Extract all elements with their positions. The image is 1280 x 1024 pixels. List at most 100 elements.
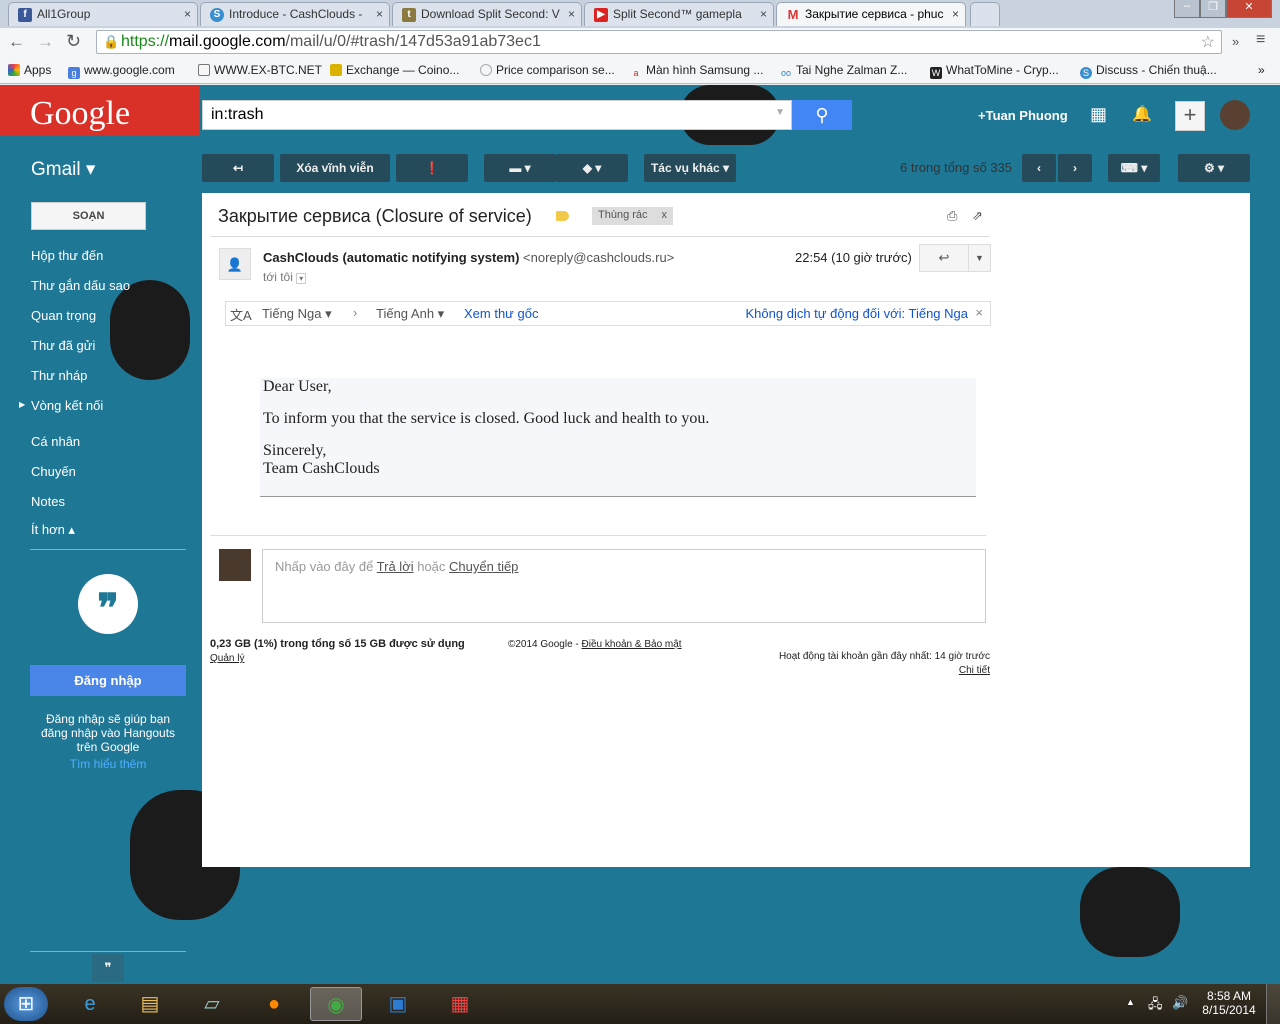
close-tab-icon[interactable]: × (184, 7, 191, 21)
print-icon[interactable]: ⎙ (947, 208, 957, 224)
back-icon[interactable]: ← (8, 32, 25, 52)
bookmark[interactable]: Exchange — Coino... (330, 63, 459, 77)
gmail-menu[interactable]: Gmail ▾ (31, 158, 95, 181)
notifications-bell-icon[interactable]: 🔔 (1132, 104, 1152, 124)
tab[interactable]: f All1Group × (8, 2, 198, 26)
bookmark[interactable]: W WhatToMine - Cryp... (930, 63, 1059, 79)
report-spam-button[interactable]: ❗ (396, 154, 468, 182)
bookmark[interactable]: g www.google.com (68, 63, 175, 79)
close-tab-icon[interactable]: × (568, 7, 575, 21)
start-button[interactable]: ⊞ (4, 987, 48, 1021)
star-icon[interactable]: ☆ (1201, 32, 1215, 52)
newer-button[interactable]: ‹ (1022, 154, 1056, 182)
tab[interactable]: ▶ Split Second™ gamepla × (584, 2, 774, 26)
forward-link[interactable]: Chuyển tiếp (449, 559, 518, 574)
share-plus-button[interactable]: + (1175, 101, 1205, 131)
notepad-icon[interactable]: ▱ (186, 987, 238, 1021)
bookmarks-overflow[interactable]: » (1258, 63, 1265, 77)
input-tools-button[interactable]: ⌨ ▾ (1108, 154, 1160, 182)
google-logo[interactable]: Google (30, 95, 130, 133)
bookmark[interactable]: S Discuss - Chiến thuậ... (1080, 63, 1217, 79)
user-name-link[interactable]: +Tuan Phuong (978, 108, 1068, 123)
sidebar-item-notes[interactable]: Notes (31, 494, 65, 509)
search-options-icon[interactable]: ▼ (775, 107, 785, 118)
ie-icon[interactable]: e (64, 987, 116, 1021)
apps-grid-icon[interactable]: ▦ (1090, 104, 1107, 125)
bookmark-apps[interactable]: Apps (8, 63, 51, 77)
view-original-link[interactable]: Xem thư gốc (464, 306, 538, 321)
close-tab-icon[interactable]: × (952, 7, 959, 21)
sidebar-item-drafts[interactable]: Thư nháp (31, 368, 87, 383)
hangouts-signin-button[interactable]: Đăng nhập (30, 665, 186, 696)
extensions-overflow[interactable]: » (1232, 34, 1239, 49)
menu-icon[interactable]: ≡ (1256, 31, 1265, 49)
sidebar-item-inbox[interactable]: Hộp thư đến (31, 248, 103, 263)
sidebar-item-circles[interactable]: Vòng kết nối (31, 398, 103, 413)
search-input[interactable]: in:trash ▼ (202, 100, 792, 130)
compose-button[interactable]: SOẠN (31, 202, 146, 230)
sidebar-item-less[interactable]: Ít hơn ▴ (31, 522, 75, 538)
close-tab-icon[interactable]: × (376, 7, 383, 21)
chrome-icon[interactable]: ◉ (310, 987, 362, 1021)
labels-button[interactable]: ◆ ▾ (556, 154, 628, 182)
sidebar-item-starred[interactable]: Thư gắn dấu sao (31, 278, 130, 293)
show-details-icon[interactable]: ▾ (296, 273, 307, 284)
new-window-icon[interactable]: ⇗ (972, 208, 983, 224)
minimize-button[interactable]: – (1174, 0, 1200, 18)
reply-box[interactable]: Nhấp vào đây để Trả lời hoặc Chuyển tiếp (262, 549, 986, 623)
importance-marker-icon[interactable] (556, 211, 569, 221)
reply-link[interactable]: Trả lời (377, 559, 414, 574)
reload-icon[interactable]: ↻ (66, 31, 81, 52)
hangouts-small-icon[interactable]: ❞ (92, 954, 124, 982)
delete-forever-button[interactable]: Xóa vĩnh viễn (280, 154, 390, 182)
tab[interactable]: S Introduce - CashClouds - × (200, 2, 390, 26)
firefox-icon[interactable]: ● (248, 987, 300, 1021)
target-language-select[interactable]: Tiếng Anh ▾ (376, 306, 444, 322)
explorer-icon[interactable]: ▤ (124, 987, 176, 1021)
learn-more-link[interactable]: Tìm hiểu thêm (34, 757, 182, 771)
show-hidden-icons[interactable]: ▲ (1126, 997, 1135, 1007)
close-tab-icon[interactable]: × (760, 7, 767, 21)
sidebar-item-important[interactable]: Quan trọng (31, 308, 96, 323)
clock[interactable]: 8:58 AM 8/15/2014 (1200, 989, 1258, 1017)
move-to-button[interactable]: ▬ ▾ (484, 154, 556, 182)
address-bar[interactable]: 🔒 https://mail.google.com/mail/u/0/#trash… (96, 30, 1222, 54)
avatar[interactable] (1220, 100, 1250, 130)
bookmark[interactable]: WWW.EX-BTC.NET (198, 63, 322, 77)
reply-button[interactable]: ↩ (919, 244, 969, 272)
close-icon[interactable]: × (975, 305, 983, 320)
sidebar-item-sent[interactable]: Thư đã gửi (31, 338, 95, 353)
tab[interactable]: t Download Split Second: V × (392, 2, 582, 26)
tab-active[interactable]: M Закрытие сервиса - phuc × (776, 2, 966, 26)
expand-arrow-icon[interactable]: ▶ (19, 400, 25, 409)
older-button[interactable]: › (1058, 154, 1092, 182)
close-window-button[interactable]: ✕ (1226, 0, 1272, 18)
settings-button[interactable]: ⚙ ▾ (1178, 154, 1250, 182)
teamviewer-icon[interactable]: ▣ (372, 987, 424, 1021)
search-button[interactable]: ⚲ (792, 100, 852, 130)
source-language-select[interactable]: Tiếng Nga ▾ (262, 306, 332, 322)
manage-storage-link[interactable]: Quản lý (210, 653, 244, 664)
sidebar-item-personal[interactable]: Cá nhân (31, 434, 80, 449)
terms-link[interactable]: Điều khoản & Bảo mật (582, 639, 682, 650)
show-desktop-button[interactable] (1266, 984, 1280, 1024)
details-link[interactable]: Chi tiết (959, 665, 990, 676)
volume-icon[interactable]: 🔊 (1172, 995, 1188, 1011)
sidebar-item-travel[interactable]: Chuyến (31, 464, 76, 479)
back-to-trash-button[interactable]: ↤ (202, 154, 274, 182)
remove-label-icon[interactable]: x (662, 209, 668, 221)
new-tab-button[interactable] (970, 2, 1000, 26)
forward-icon[interactable]: → (37, 32, 54, 52)
more-actions-button[interactable]: Tác vụ khác ▾ (644, 154, 736, 182)
sender: CashClouds (automatic notifying system) … (263, 250, 674, 265)
maximize-button[interactable]: ❐ (1200, 0, 1226, 18)
no-auto-translate-link[interactable]: Không dịch tự động đối với: Tiếng Nga (746, 306, 968, 321)
more-reply-options[interactable]: ▼ (968, 244, 991, 272)
bookmark[interactable]: Price comparison se... (480, 63, 615, 77)
recipient-label: tới tôi (263, 270, 293, 284)
bookmark[interactable]: a Màn hình Samsung ... (630, 63, 763, 79)
bookmark[interactable]: oo Tai Nghe Zalman Z... (780, 63, 907, 79)
network-icon[interactable]: 🖧 (1148, 995, 1163, 1017)
apps-launcher-icon[interactable]: ▦ (434, 987, 486, 1021)
hangouts-info: Đăng nhập sẽ giúp bạn đăng nhập vào Hang… (40, 712, 176, 754)
